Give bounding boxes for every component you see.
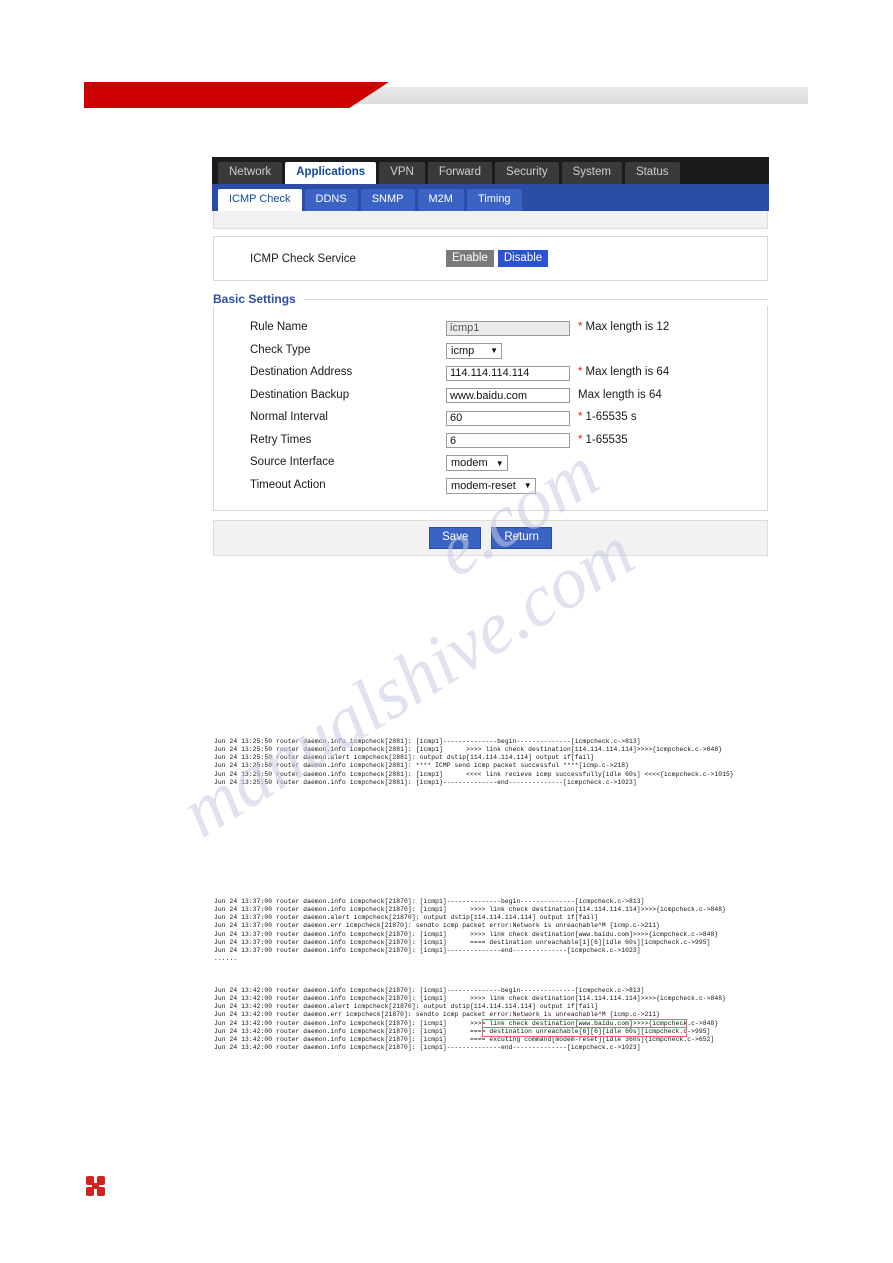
field-row-source-interface: Source Interface modem ▼ [214,451,767,474]
form-action-bar: Save Return [213,520,768,556]
rule-name-input[interactable] [446,320,570,336]
log-line: Jun 24 13:37:00 router daemon.info icmpc… [214,898,645,905]
field-row-timeout-action: Timeout Action modem-reset ▼ [214,474,767,497]
log-line: Jun 24 13:37:00 router daemon.info icmpc… [214,938,711,946]
content-spacer-bar [213,211,768,229]
log-line: Jun 24 13:25:50 router daemon.info icmpc… [214,778,637,786]
field-row-normal-interval: Normal Interval *1-65535 s [214,406,767,429]
nav-tab-status[interactable]: Status [624,161,680,184]
chevron-down-icon: ▼ [490,346,498,356]
field-hint-normal-interval: * 1-65535 s [578,411,637,424]
field-label-normal-interval: Normal Interval [250,411,328,424]
disable-option[interactable]: Disable [497,249,549,268]
required-marker: * [578,433,583,446]
page-header [0,82,893,108]
sub-tab-icmp-check[interactable]: ICMP Check [218,189,302,211]
field-hint-destination-address: * Max length is 64 [578,366,670,379]
field-row-check-type: Check Type icmp ▼ [214,339,767,362]
icmp-service-label: ICMP Check Service [250,252,356,265]
basic-settings-heading: Basic Settings [213,292,768,306]
basic-settings-form: Rule Name *Max length is 12 Check Type i… [213,306,768,511]
log-line: Jun 24 13:42:00 router daemon.info icmpc… [214,995,726,1003]
nav-tab-security[interactable]: Security [495,161,559,184]
required-marker: * [578,411,583,424]
nav-tab-forward[interactable]: Forward [427,161,493,184]
field-label-timeout-action: Timeout Action [250,478,326,491]
icmp-service-panel: ICMP Check Service Enable Disable [213,236,768,281]
chevron-down-icon: ▼ [495,458,504,468]
log-line: Jun 24 13:37:00 router daemon.err icmpch… [214,922,661,930]
field-hint-destination-backup: Max length is 64 [578,388,662,401]
sub-tab-snmp[interactable]: SNMP [360,189,415,211]
log-block-reset: Jun 24 13:42:00 router daemon.info icmpc… [214,987,726,1052]
log-line: Jun 24 13:37:00 router daemon.info icmpc… [214,930,719,938]
check-type-select[interactable]: icmp ▼ [446,342,502,359]
source-interface-value: modem [451,457,488,470]
log-block-retry: Jun 24 13:37:00 router daemon.info icmpc… [214,898,726,963]
field-label-destination-backup: Destination Backup [250,388,350,401]
source-interface-select[interactable]: modem ▼ [446,455,508,472]
timeout-action-select[interactable]: modem-reset ▼ [446,477,536,494]
log-line: Jun 24 13:42:00 router daemon.info icmpc… [214,1035,715,1043]
icmp-service-row: ICMP Check Service Enable Disable [214,237,767,280]
destination-address-input[interactable] [446,365,570,381]
log-line: Jun 24 13:42:00 router daemon.info icmpc… [214,1043,641,1051]
field-row-rule-name: Rule Name *Max length is 12 [214,316,767,339]
log-line: Jun 24 13:42:00 router daemon.info icmpc… [214,1019,719,1027]
main-nav: Network Applications VPN Forward Securit… [212,157,769,184]
field-label-rule-name: Rule Name [250,321,308,334]
brand-logo [86,1176,108,1196]
enable-option[interactable]: Enable [446,249,494,268]
return-button[interactable]: Return [491,527,552,549]
section-divider [303,298,768,300]
header-red-banner [84,82,389,108]
log-line: ...... [214,954,238,962]
field-row-destination-address: Destination Address *Max length is 64 [214,361,767,384]
log-line: Jun 24 13:42:00 router daemon.info icmpc… [214,987,645,994]
required-marker: * [578,321,583,334]
nav-tab-system[interactable]: System [561,161,622,184]
nav-tab-network[interactable]: Network [218,161,283,184]
sub-tab-timing[interactable]: Timing [466,189,522,211]
sub-tab-ddns[interactable]: DDNS [304,189,358,211]
retry-times-input[interactable] [446,433,570,449]
log-line: Jun 24 13:25:50 router daemon.info icmpc… [214,762,630,770]
watermark-text-primary: manualshive.com [167,510,649,854]
log-line: Jun 24 13:25:50 router daemon.info icmpc… [214,770,734,778]
log-line: Jun 24 13:42:00 router daemon.err icmpch… [214,1011,661,1019]
log-block-success: Jun 24 13:25:50 router daemon.info icmpc… [214,738,734,787]
nav-tab-vpn[interactable]: VPN [379,161,425,184]
log-line: Jun 24 13:42:00 router daemon.info icmpc… [214,1027,711,1035]
field-hint-retry-times: * 1-65535 [578,433,628,446]
check-type-value: icmp [451,344,475,357]
log-line: Jun 24 13:37:00 router daemon.info icmpc… [214,946,641,954]
field-hint-rule-name: * Max length is 12 [578,321,670,334]
log-line: Jun 24 13:25:50 router daemon.info icmpc… [214,738,641,745]
field-row-retry-times: Retry Times *1-65535 [214,429,767,452]
icmp-service-toggle: Enable Disable [446,249,549,268]
required-marker: * [578,366,583,379]
field-label-source-interface: Source Interface [250,456,335,469]
log-line: Jun 24 13:25:50 router daemon.info icmpc… [214,746,723,754]
log-line: Jun 24 13:37:00 router daemon.info icmpc… [214,906,726,914]
sub-nav: ICMP Check DDNS SNMP M2M Timing [212,184,769,211]
nav-tab-applications[interactable]: Applications [285,161,377,184]
timeout-action-value: modem-reset [451,479,516,492]
field-row-destination-backup: Destination Backup Max length is 64 [214,384,767,407]
chevron-down-icon: ▼ [523,481,532,491]
field-label-check-type: Check Type [250,343,311,356]
field-label-destination-address: Destination Address [250,366,353,379]
save-button[interactable]: Save [429,527,482,549]
log-line: Jun 24 13:25:50 router daemon.alert icmp… [214,754,595,762]
sub-tab-m2m[interactable]: M2M [417,189,464,211]
basic-settings-title: Basic Settings [213,292,296,306]
router-admin-ui: Network Applications VPN Forward Securit… [212,157,769,556]
destination-backup-input[interactable] [446,388,570,404]
field-label-retry-times: Retry Times [250,433,312,446]
normal-interval-input[interactable] [446,410,570,426]
